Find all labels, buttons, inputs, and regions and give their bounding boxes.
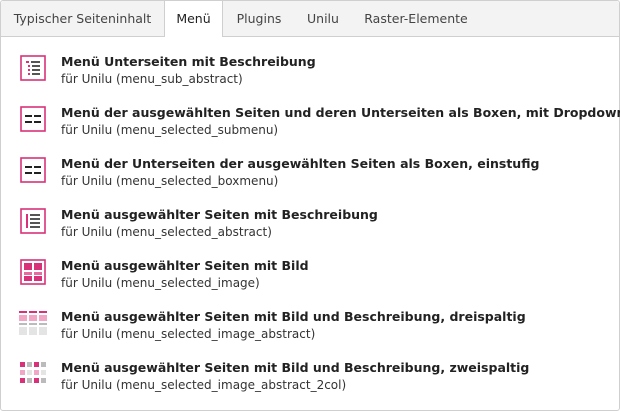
item-subtitle: für Unilu (menu_selected_submenu) (61, 123, 279, 137)
two-column-image-icon (18, 359, 48, 389)
wizard-item-menu-selected-image[interactable]: Menü ausgewählter Seiten mit Bild für Un… (1, 257, 619, 307)
tab-typical-page-content[interactable]: Typischer Seiteninhalt (1, 1, 164, 36)
item-title: Menü der ausgewählten Seiten und deren U… (61, 105, 620, 120)
item-subtitle: für Unilu (menu_selected_image_abstract_… (61, 378, 347, 392)
wizard-item-menu-selected-image-abstract[interactable]: Menü ausgewählter Seiten mit Bild und Be… (1, 308, 619, 358)
boxes-menu-icon (20, 157, 46, 183)
item-title: Menü ausgewählter Seiten mit Bild und Be… (61, 309, 526, 324)
item-subtitle: für Unilu (menu_selected_image_abstract) (61, 327, 316, 341)
wizard-item-menu-selected-abstract[interactable]: Menü ausgewählter Seiten mit Beschreibun… (1, 206, 619, 256)
item-subtitle: für Unilu (menu_selected_image) (61, 276, 260, 290)
tab-unilu[interactable]: Unilu (295, 1, 351, 36)
item-title: Menü ausgewählter Seiten mit Beschreibun… (61, 207, 378, 222)
image-grid-icon (20, 259, 46, 285)
item-title: Menü Unterseiten mit Beschreibung (61, 54, 316, 69)
item-title: Menü ausgewählter Seiten mit Bild und Be… (61, 360, 530, 375)
wizard-item-menu-sub-abstract[interactable]: Menü Unterseiten mit Beschreibung für Un… (1, 53, 619, 103)
list-with-description-icon (20, 55, 46, 81)
item-subtitle: für Unilu (menu_selected_abstract) (61, 225, 272, 239)
item-title: Menü der Unterseiten der ausgewählten Se… (61, 156, 540, 171)
item-title: Menü ausgewählter Seiten mit Bild (61, 258, 309, 273)
wizard-item-menu-selected-submenu[interactable]: Menü der ausgewählten Seiten und deren U… (1, 104, 620, 154)
wizard-item-menu-selected-boxmenu[interactable]: Menü der Unterseiten der ausgewählten Se… (1, 155, 619, 205)
wizard-item-menu-selected-image-abstract-2col[interactable]: Menü ausgewählter Seiten mit Bild und Be… (1, 359, 619, 409)
three-column-image-icon (18, 308, 48, 338)
tab-menu[interactable]: Menü (164, 1, 223, 37)
boxes-menu-icon (20, 106, 46, 132)
item-subtitle: für Unilu (menu_selected_boxmenu) (61, 174, 279, 188)
content-element-wizard: Typischer Seiteninhalt Menü Plugins Unil… (0, 0, 620, 411)
tab-plugins[interactable]: Plugins (223, 1, 295, 36)
selected-abstract-icon (20, 208, 46, 234)
item-subtitle: für Unilu (menu_sub_abstract) (61, 72, 243, 86)
tab-grid-elements[interactable]: Raster-Elemente (351, 1, 481, 36)
tab-bar: Typischer Seiteninhalt Menü Plugins Unil… (1, 1, 619, 37)
